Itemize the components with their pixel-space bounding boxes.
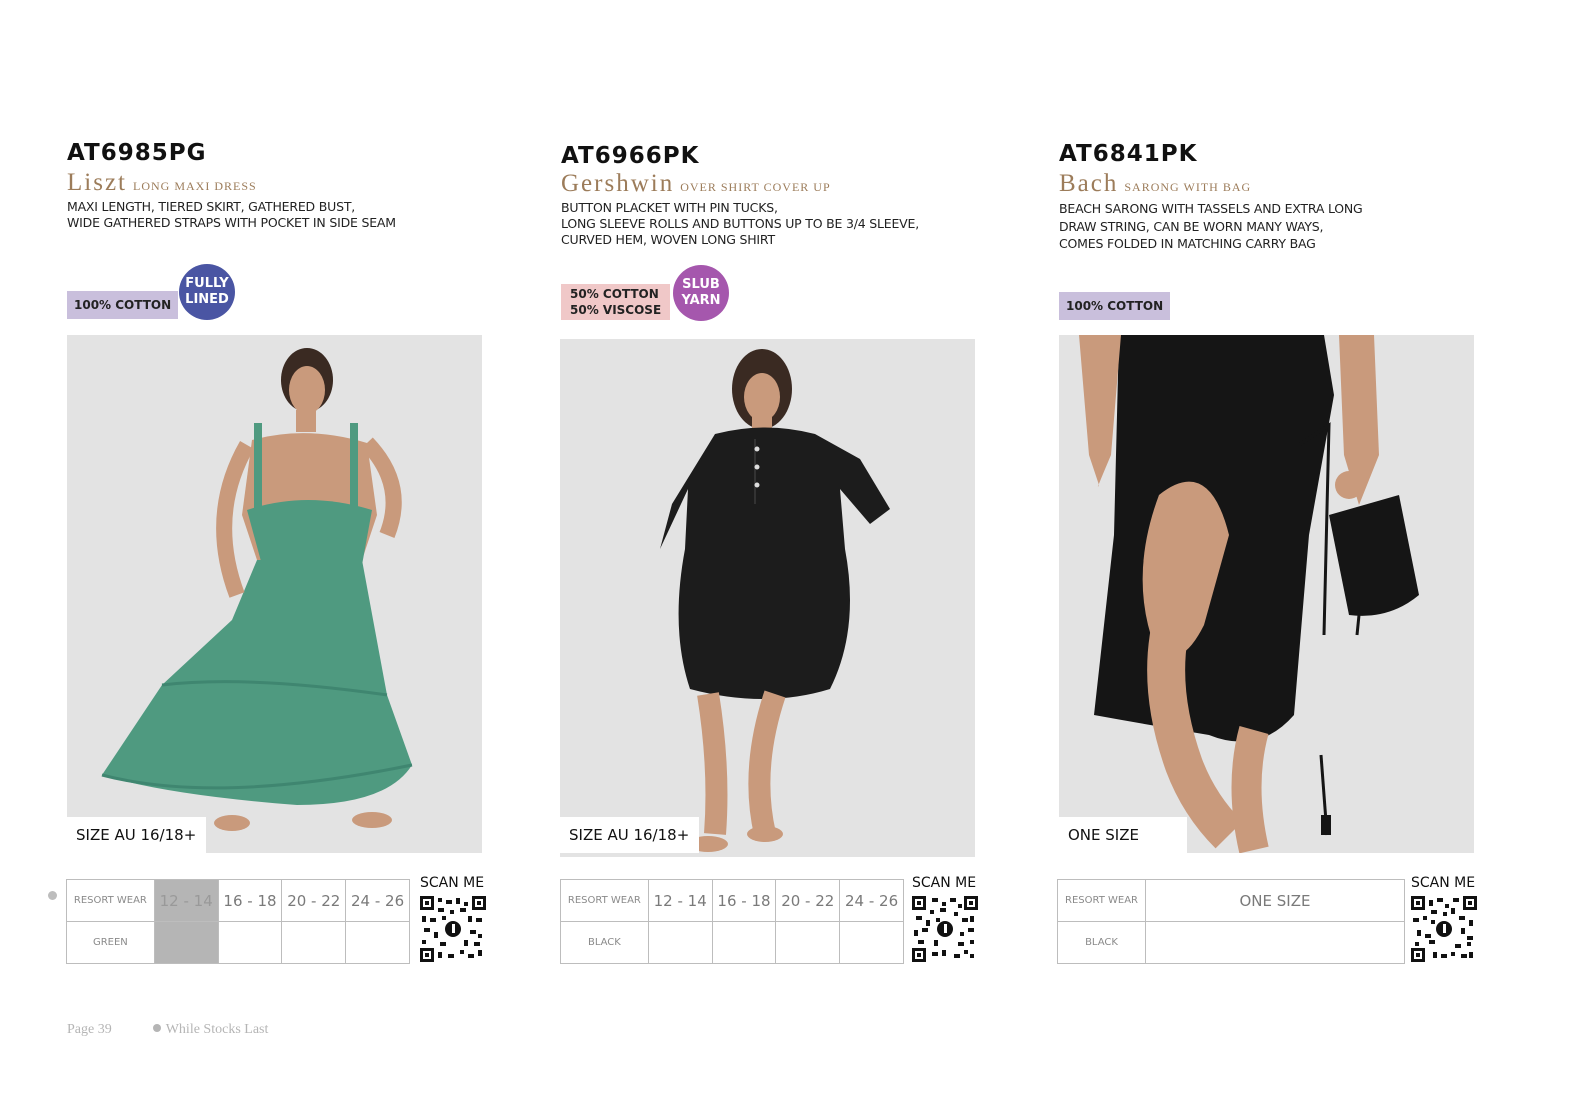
product-type: OVER SHIRT COVER UP xyxy=(680,180,831,194)
product-photo: SIZE AU 16/18+ xyxy=(560,339,975,857)
qty-cell[interactable] xyxy=(775,921,841,964)
page-number: Page 39 xyxy=(67,1022,112,1037)
size-cell: 20 - 22 xyxy=(775,879,841,922)
bullet-icon xyxy=(152,1024,161,1032)
scan-me-label: SCAN ME xyxy=(1411,875,1476,891)
fabric-line: 100% COTTON xyxy=(1066,299,1164,313)
model-illustration xyxy=(1079,335,1419,853)
qr-code-icon[interactable] xyxy=(420,896,486,962)
slub-yarn-badge: SLUB YARN xyxy=(673,265,729,321)
category-cell: RESORT WEAR xyxy=(66,879,155,922)
product-name: Gershwin xyxy=(561,170,675,197)
description-line: LONG SLEEVE ROLLS AND BUTTONS UP TO BE 3… xyxy=(561,216,919,231)
product-name: Bach xyxy=(1059,170,1119,197)
product-description: MAXI LENGTH, TIERED SKIRT, GATHERED BUST… xyxy=(67,199,507,231)
size-label: ONE SIZE xyxy=(1059,817,1187,853)
qty-cell[interactable] xyxy=(345,921,410,964)
size-cell: ONE SIZE xyxy=(1145,879,1405,922)
model-illustration xyxy=(101,348,413,831)
size-cell: 16 - 18 xyxy=(217,879,283,922)
size-cell: 20 - 22 xyxy=(281,879,347,922)
badge-line: FULLY xyxy=(185,276,229,291)
badge-line: LINED xyxy=(185,292,229,307)
fabric-line: 50% VISCOSE xyxy=(570,303,662,317)
fabric-line: 100% COTTON xyxy=(74,298,172,312)
description-line: COMES FOLDED IN MATCHING CARRY BAG xyxy=(1059,236,1316,251)
size-cell: 16 - 18 xyxy=(711,879,777,922)
size-table: RESORT WEAR 12 - 14 16 - 18 20 - 22 24 -… xyxy=(66,879,410,964)
colour-cell: BLACK xyxy=(560,921,649,964)
qty-cell[interactable] xyxy=(839,921,904,964)
fabric-line: 50% COTTON xyxy=(570,287,659,301)
description-line: DRAW STRING, CAN BE WORN MANY WAYS, xyxy=(1059,218,1324,234)
description-line: BEACH SARONG WITH TASSELS AND EXTRA LONG xyxy=(1059,201,1363,216)
qty-cell[interactable] xyxy=(711,921,777,964)
fabric-tag: 50% COTTON 50% VISCOSE xyxy=(561,284,671,320)
product-code: AT6985PG xyxy=(67,140,207,166)
qty-cell[interactable] xyxy=(217,921,283,964)
qty-cell[interactable] xyxy=(647,921,713,964)
scan-me-label: SCAN ME xyxy=(420,875,485,891)
size-label: SIZE AU 16/18+ xyxy=(67,817,207,853)
category-cell: RESORT WEAR xyxy=(1057,879,1146,922)
product-type: SARONG WITH BAG xyxy=(1124,180,1252,194)
colour-cell: BLACK xyxy=(1057,921,1146,964)
product-code: AT6966PK xyxy=(561,143,700,169)
product-code: AT6841PK xyxy=(1059,141,1198,167)
badge-line: YARN xyxy=(681,293,721,308)
product-title: Liszt LONG MAXI DRESS xyxy=(67,170,507,199)
category-cell: RESORT WEAR xyxy=(560,879,649,922)
size-cell: 24 - 26 xyxy=(839,879,904,922)
product-description: BEACH SARONG WITH TASSELS AND EXTRA LONG… xyxy=(1059,200,1499,253)
fabric-tag: 100% COTTON xyxy=(1059,292,1171,320)
size-cell: 12 - 14 xyxy=(153,879,219,922)
product-photo: ONE SIZE xyxy=(1059,335,1474,853)
qty-cell[interactable] xyxy=(1145,921,1405,964)
product-type: LONG MAXI DRESS xyxy=(133,179,257,193)
qty-cell[interactable] xyxy=(153,921,219,964)
product-title: Gershwin OVER SHIRT COVER UP xyxy=(561,171,1001,200)
bullet-dot xyxy=(48,891,57,900)
fabric-tag: 100% COTTON xyxy=(67,291,179,319)
qty-cell[interactable] xyxy=(281,921,347,964)
product-title: Bach SARONG WITH BAG xyxy=(1059,171,1499,200)
size-table: RESORT WEAR 12 - 14 16 - 18 20 - 22 24 -… xyxy=(560,879,904,964)
product-name: Liszt xyxy=(67,169,127,196)
stock-note: While Stocks Last xyxy=(165,1022,269,1037)
size-cell: 24 - 26 xyxy=(345,879,410,922)
description-line: BUTTON PLACKET WITH PIN TUCKS, xyxy=(561,200,778,215)
product-description: BUTTON PLACKET WITH PIN TUCKS, LONG SLEE… xyxy=(561,200,1001,248)
description-line: CURVED HEM, WOVEN LONG SHIRT xyxy=(561,232,775,247)
product-card-at6966pk: AT6966PK Gershwin OVER SHIRT COVER UP BUT… xyxy=(561,138,1001,248)
footer: Page 39 While Stocks Last xyxy=(67,1022,268,1038)
size-label: SIZE AU 16/18+ xyxy=(560,817,700,853)
product-photo: SIZE AU 16/18+ xyxy=(67,335,482,853)
model-illustration xyxy=(660,349,890,852)
product-card-at6841pk: AT6841PK Bach SARONG WITH BAG BEACH SARON… xyxy=(1059,138,1499,253)
scan-me-label: SCAN ME xyxy=(912,875,977,891)
product-card-at6985pg: AT6985PG Liszt LONG MAXI DRESS MAXI LENGT… xyxy=(67,138,507,231)
qr-code-icon[interactable] xyxy=(912,896,978,962)
colour-cell: GREEN xyxy=(66,921,155,964)
description-line: WIDE GATHERED STRAPS WITH POCKET IN SIDE… xyxy=(67,215,396,230)
size-cell: 12 - 14 xyxy=(647,879,713,922)
badge-line: SLUB xyxy=(682,277,720,292)
size-table: RESORT WEAR ONE SIZE BLACK xyxy=(1057,879,1405,964)
description-line: MAXI LENGTH, TIERED SKIRT, GATHERED BUST… xyxy=(67,199,356,214)
fully-lined-badge: FULLY LINED xyxy=(179,264,235,320)
qr-code-icon[interactable] xyxy=(1411,896,1477,962)
